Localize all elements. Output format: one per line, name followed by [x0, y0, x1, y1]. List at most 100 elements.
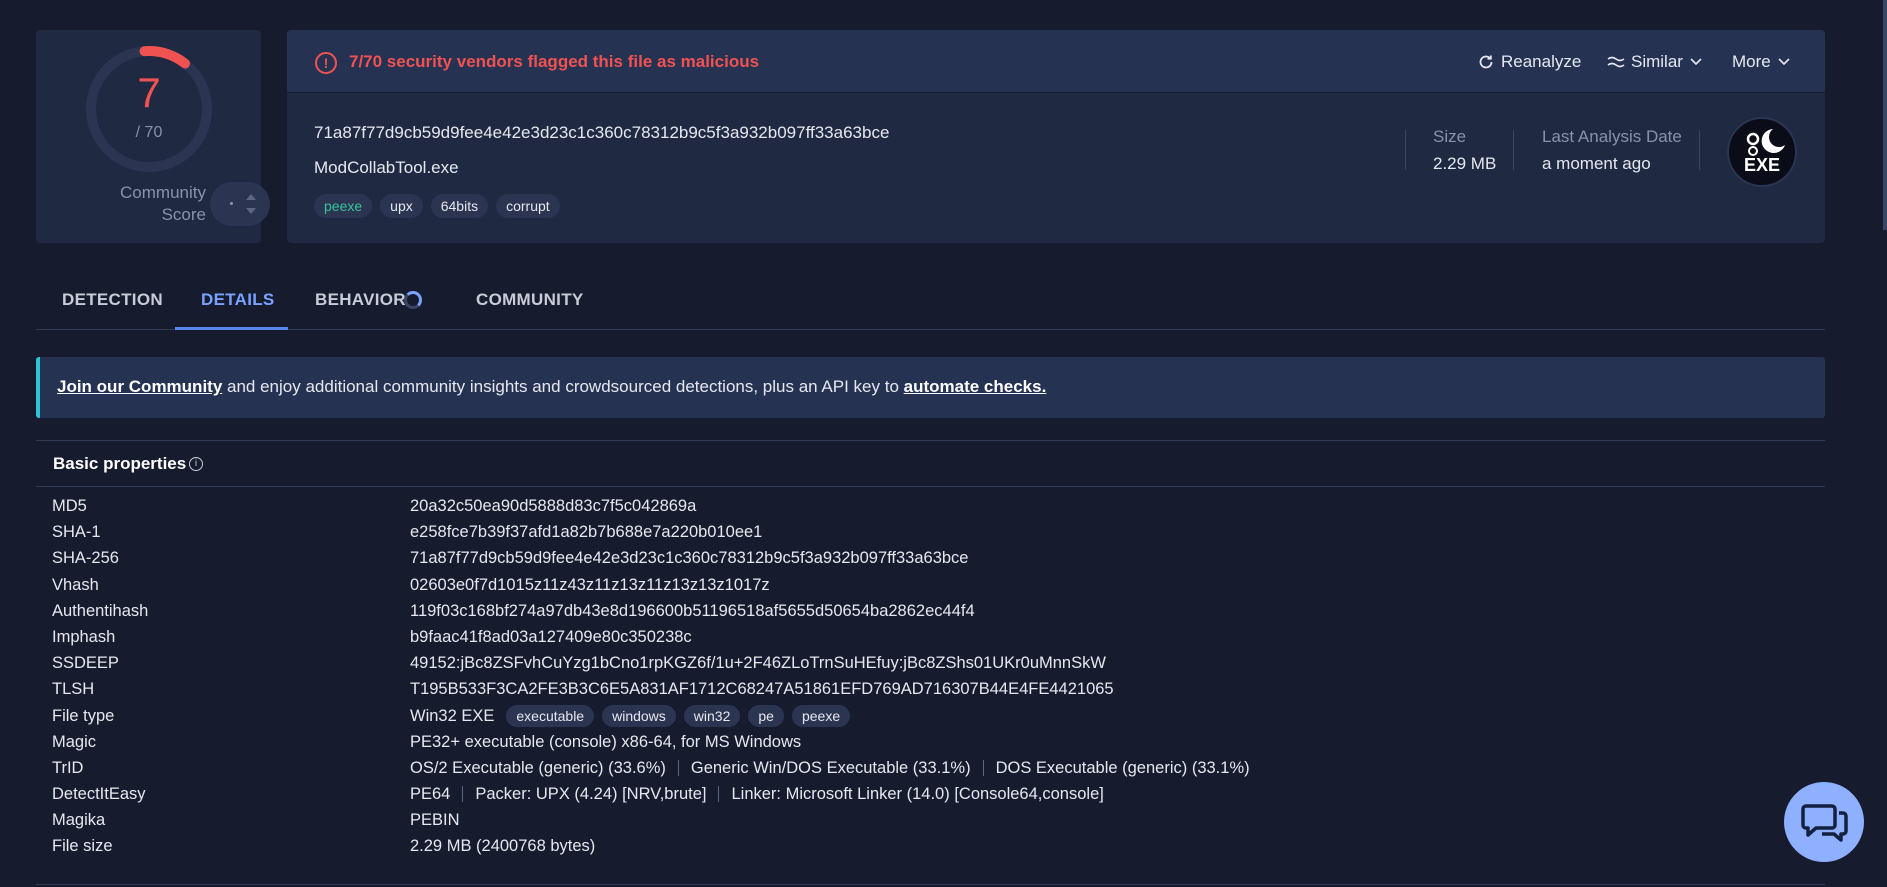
- tag-peexe[interactable]: peexe: [314, 194, 373, 218]
- prop-key: Magic: [52, 732, 97, 751]
- separator: [718, 786, 720, 803]
- loading-spinner-icon: [404, 291, 422, 309]
- chip-executable[interactable]: executable: [506, 704, 595, 727]
- prop-value: PE32+ executable (console) x86-64, for M…: [410, 732, 802, 751]
- prop-row-ssdeep: SSDEEP 49152:jBc8ZSFvhCuYzg1bCno1rpKGZ6f…: [52, 650, 1812, 676]
- community-score-label: Community Score: [120, 183, 206, 224]
- prop-row-vhash: Vhash 02603e0f7d1015z11z43z11z13z11z13z1…: [52, 572, 1812, 598]
- prop-key: SSDEEP: [52, 654, 119, 673]
- basic-properties-title: Basic properties: [53, 454, 187, 473]
- chat-button[interactable]: [1784, 782, 1864, 862]
- size-value: 2.29 MB: [1433, 154, 1497, 173]
- file-name: ModCollabTool.exe: [314, 158, 459, 177]
- similar-dropdown[interactable]: Similar: [1607, 52, 1703, 72]
- file-summary-card: ! 7/70 security vendors flagged this fil…: [287, 30, 1825, 243]
- more-dropdown[interactable]: More: [1732, 52, 1791, 72]
- prop-row-magika: Magika PEBIN: [52, 807, 1812, 833]
- chip-win32[interactable]: win32: [683, 704, 741, 727]
- chat-icon: [1801, 804, 1848, 842]
- gear-moon-icon: [1746, 129, 1785, 156]
- file-hash[interactable]: 71a87f77d9cb59d9fee4e42e3d23c1c360c78312…: [314, 123, 889, 143]
- prop-row-authentihash: Authentihash 119f03c168bf274a97db43e8d19…: [52, 598, 1812, 624]
- more-label: More: [1732, 52, 1771, 71]
- detection-count: 7: [137, 69, 161, 116]
- prop-key: TLSH: [52, 680, 95, 699]
- prop-key: Imphash: [52, 627, 116, 646]
- prop-value: 2.29 MB (2400768 bytes): [410, 837, 596, 856]
- similar-label: Similar: [1631, 52, 1683, 71]
- automate-checks-link[interactable]: automate checks.: [904, 377, 1047, 396]
- separator: [677, 759, 679, 776]
- separator: [462, 786, 464, 803]
- reanalyze-label: Reanalyze: [1501, 52, 1582, 71]
- chip-pe[interactable]: pe: [748, 704, 784, 727]
- prop-value: PE64 Packer: UPX (4.24) [NRV,brute] Link…: [410, 781, 1104, 807]
- prop-value: e258fce7b39f37afd1a82b7b688e7a220b010ee1: [410, 523, 763, 542]
- tab-behavior[interactable]: BEHAVIOR: [315, 290, 406, 310]
- reanalyze-button[interactable]: Reanalyze: [1477, 52, 1581, 72]
- refresh-icon: [1479, 55, 1493, 69]
- tab-community[interactable]: COMMUNITY: [476, 290, 584, 310]
- prop-value: T195B533F3CA2FE3B3C6E5A831AF1712C68247A5…: [410, 680, 1114, 699]
- file-type-value: Win32 EXE: [410, 706, 495, 725]
- prop-row-detectiteasy: DetectItEasy PE64 Packer: UPX (4.24) [NR…: [52, 781, 1812, 807]
- file-tags: peexe upx 64bits corrupt: [314, 194, 560, 218]
- alert-text: 7/70 security vendors flagged this file …: [349, 52, 760, 71]
- chip-peexe[interactable]: peexe: [791, 704, 851, 727]
- tag-corrupt[interactable]: corrupt: [496, 194, 560, 218]
- vote-down-icon[interactable]: [246, 208, 256, 214]
- divider: [1699, 130, 1700, 170]
- community-score-value: [230, 202, 233, 205]
- separator: [982, 759, 984, 776]
- info-icon[interactable]: i: [189, 457, 203, 471]
- scrollbar[interactable]: [1883, 0, 1887, 230]
- prop-value: Win32 EXE executable windows win32 pe pe…: [410, 703, 851, 729]
- trid-part: OS/2 Executable (generic) (33.6%): [410, 758, 666, 777]
- score-card: 7 / 70 Community Score: [36, 30, 270, 243]
- trid-part: Generic Win/DOS Executable (33.1%): [690, 758, 971, 777]
- community-banner: Join our Community and enjoy additional …: [36, 357, 1825, 418]
- prop-key: SHA-256: [52, 549, 119, 568]
- tab-details[interactable]: DETAILS: [201, 290, 275, 310]
- prop-key: MD5: [52, 497, 87, 515]
- prop-value: 02603e0f7d1015z11z43z11z13z11z13z13z1017…: [410, 575, 770, 594]
- prop-key: File type: [52, 706, 115, 725]
- prop-row-magic: Magic PE32+ executable (console) x86-64,…: [52, 729, 1812, 755]
- divider: [1405, 130, 1406, 170]
- prop-value: 119f03c168bf274a97db43e8d196600b51196518…: [410, 601, 975, 620]
- active-tab-indicator: [175, 327, 288, 330]
- prop-value: 20a32c50ea90d5888d83c7f5c042869a: [410, 497, 697, 515]
- join-community-link[interactable]: Join our Community: [57, 377, 222, 396]
- prop-key: TrID: [52, 758, 84, 777]
- chip-windows[interactable]: windows: [602, 704, 676, 727]
- community-score-vote[interactable]: [210, 182, 270, 226]
- prop-key: Vhash: [52, 575, 99, 594]
- prop-value: 49152:jBc8ZSFvhCuYzg1bCno1rpKGZ6f/1u+2F4…: [410, 654, 1106, 673]
- vote-up-icon[interactable]: [246, 194, 256, 200]
- last-analysis-label: Last Analysis Date: [1542, 127, 1682, 146]
- prop-key: Magika: [52, 811, 106, 830]
- banner-text: Join our Community and enjoy additional …: [57, 377, 1046, 397]
- prop-value: 71a87f77d9cb59d9fee4e42e3d23c1c360c78312…: [410, 549, 969, 568]
- prop-row-tlsh: TLSH T195B533F3CA2FE3B3C6E5A831AF1712C68…: [52, 676, 1812, 702]
- prop-row-sha256: SHA-256 71a87f77d9cb59d9fee4e42e3d23c1c3…: [52, 545, 1812, 571]
- prop-row-file-type: File type Win32 EXE executable windows w…: [52, 703, 1812, 729]
- prop-value: PEBIN: [410, 811, 460, 830]
- size-label: Size: [1433, 127, 1467, 146]
- detection-total: / 70: [135, 124, 163, 141]
- prop-row-sha1: SHA-1 e258fce7b39f37afd1a82b7b688e7a220b…: [52, 519, 1812, 545]
- chevron-down-icon: [1690, 58, 1702, 66]
- tab-bar: DETECTION DETAILS BEHAVIOR COMMUNITY: [36, 268, 1825, 330]
- banner-middle-text: and enjoy additional community insights …: [222, 377, 904, 396]
- prop-row-file-size: File size 2.29 MB (2400768 bytes): [52, 833, 1812, 859]
- prop-value: b9faac41f8ad03a127409e80c350238c: [410, 627, 692, 646]
- prop-key: File size: [52, 837, 113, 856]
- tag-64bits[interactable]: 64bits: [430, 194, 489, 218]
- chevron-down-icon: [1778, 58, 1790, 66]
- tab-detection[interactable]: DETECTION: [62, 290, 163, 310]
- prop-key: SHA-1: [52, 523, 101, 542]
- tag-upx[interactable]: upx: [380, 194, 423, 218]
- similar-icon: [1607, 56, 1625, 68]
- trid-part: DOS Executable (generic) (33.1%): [995, 758, 1250, 777]
- file-type-badge: EXE: [1727, 117, 1797, 187]
